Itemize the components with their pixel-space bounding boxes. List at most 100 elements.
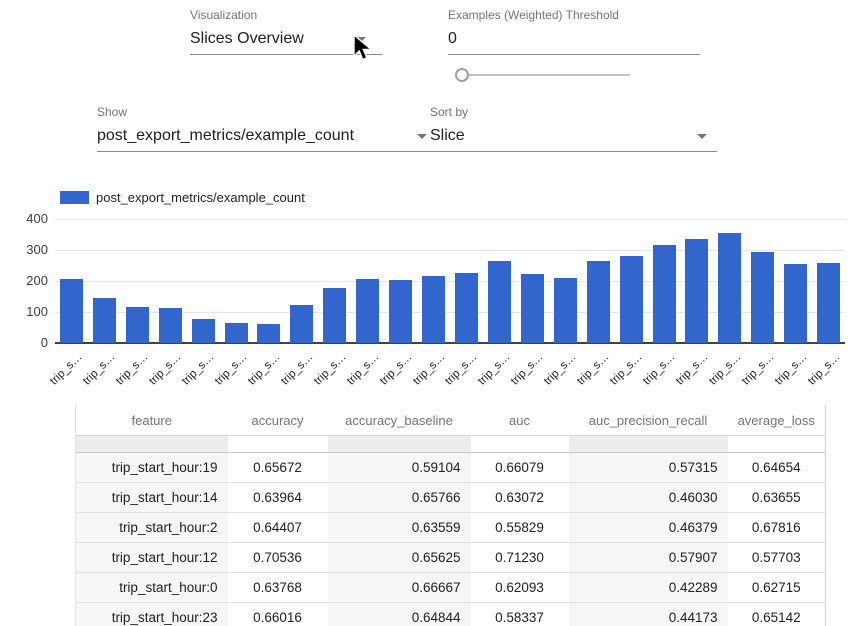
metric-cell: 0.57907 (569, 543, 728, 573)
bar-21[interactable] (751, 252, 774, 343)
x-tick-label: trip_s… (542, 351, 579, 388)
x-tick-label: trip_s… (476, 351, 513, 388)
x-tick-label: trip_s… (773, 351, 810, 388)
threshold-slider[interactable] (455, 68, 630, 82)
slider-track[interactable] (455, 74, 630, 76)
slider-knob[interactable] (455, 68, 469, 82)
metric-cell: 0.66016 (228, 603, 328, 626)
x-tick-label: trip_s… (345, 351, 382, 388)
y-tick-label: 100 (0, 304, 48, 319)
threshold-label: Examples (Weighted) Threshold (448, 8, 700, 22)
metric-cell: 0.62093 (471, 573, 569, 603)
column-header-auc_precision_recall[interactable]: auc_precision_recall (569, 405, 728, 436)
bar-slot (154, 219, 187, 343)
threshold-input[interactable] (448, 28, 700, 55)
chevron-down-icon[interactable] (356, 37, 366, 42)
metric-cell: 0.71230 (471, 543, 569, 573)
bar-slot (55, 219, 88, 343)
bar-0[interactable] (60, 279, 83, 343)
slicing-metrics-browser: Visualization Slices Overview Examples (… (0, 0, 863, 626)
sort-by-dropdown[interactable]: Slice (430, 125, 717, 152)
table-row: trip_start_hour:120.705360.656250.712300… (76, 543, 826, 573)
filter-cell (471, 436, 569, 453)
visualization-control: Visualization Slices Overview (190, 8, 382, 55)
bar-slot (450, 219, 483, 343)
x-tick-label: trip_s… (806, 351, 843, 388)
metric-cell: 0.63655 (728, 483, 826, 513)
x-tick-label: trip_s… (641, 351, 678, 388)
bar-5[interactable] (225, 323, 248, 343)
bar-4[interactable] (192, 319, 215, 343)
bar-15[interactable] (554, 278, 577, 343)
bar-1[interactable] (93, 298, 116, 343)
x-tick-label: trip_s… (312, 351, 349, 388)
sort-by-label: Sort by (430, 105, 717, 119)
x-tick-label: trip_s… (81, 351, 118, 388)
show-dropdown[interactable]: post_export_metrics/example_count (97, 125, 437, 152)
x-tick-label: trip_s… (279, 351, 316, 388)
column-header-feature[interactable]: feature (76, 405, 228, 436)
bar-6[interactable] (257, 324, 280, 343)
bar-2[interactable] (126, 307, 149, 343)
x-tick-label: trip_s… (411, 351, 448, 388)
bar-17[interactable] (620, 256, 643, 343)
threshold-control: Examples (Weighted) Threshold (448, 8, 700, 55)
bar-20[interactable] (718, 233, 741, 343)
bar-slot (253, 219, 286, 343)
bar-16[interactable] (587, 261, 610, 343)
metric-cell: 0.66079 (471, 453, 569, 483)
table-row: trip_start_hour:20.644070.635590.558290.… (76, 513, 826, 543)
bar-22[interactable] (784, 264, 807, 343)
feature-cell: trip_start_hour:2 (76, 513, 228, 543)
bar-slot (220, 219, 253, 343)
bar-14[interactable] (521, 274, 544, 343)
bar-9[interactable] (356, 279, 379, 343)
chevron-down-icon[interactable] (417, 134, 427, 139)
x-tick-label: trip_s… (180, 351, 217, 388)
x-tick-label: trip_s… (213, 351, 250, 388)
column-header-average_loss[interactable]: average_loss (728, 405, 826, 436)
visualization-dropdown[interactable]: Slices Overview (190, 28, 382, 55)
bar-slot (549, 219, 582, 343)
metric-cell: 0.58337 (471, 603, 569, 626)
x-tick-label: trip_s… (509, 351, 546, 388)
column-header-auc[interactable]: auc (471, 405, 569, 436)
filter-cell (76, 436, 228, 453)
metric-cell: 0.44173 (569, 603, 728, 626)
legend-label: post_export_metrics/example_count (96, 190, 305, 205)
bar-slot (516, 219, 549, 343)
bar-10[interactable] (389, 280, 412, 343)
bar-slot (713, 219, 746, 343)
metric-cell: 0.65766 (328, 483, 471, 513)
metric-cell: 0.63559 (328, 513, 471, 543)
metric-cell: 0.66667 (328, 573, 471, 603)
bar-12[interactable] (455, 273, 478, 343)
bar-7[interactable] (290, 305, 313, 343)
y-tick-label: 400 (0, 211, 48, 226)
bar-13[interactable] (488, 261, 511, 343)
chevron-down-icon[interactable] (697, 134, 707, 139)
metric-cell: 0.46030 (569, 483, 728, 513)
metric-cell: 0.57703 (728, 543, 826, 573)
metric-cell: 0.62715 (728, 573, 826, 603)
feature-cell: trip_start_hour:19 (76, 453, 228, 483)
feature-cell: trip_start_hour:0 (76, 573, 228, 603)
sort-by-control: Sort by Slice (430, 105, 717, 152)
bar-18[interactable] (653, 245, 676, 343)
bar-8[interactable] (323, 288, 346, 343)
metric-cell: 0.46379 (569, 513, 728, 543)
bar-23[interactable] (817, 263, 840, 343)
column-header-accuracy[interactable]: accuracy (228, 405, 328, 436)
bar-3[interactable] (159, 308, 182, 343)
bar-19[interactable] (685, 239, 708, 343)
x-tick-label: trip_s… (740, 351, 777, 388)
bar-slot (121, 219, 154, 343)
metric-cell: 0.64407 (228, 513, 328, 543)
column-header-accuracy_baseline[interactable]: accuracy_baseline (328, 405, 471, 436)
metric-cell: 0.64654 (728, 453, 826, 483)
x-tick-label: trip_s… (443, 351, 480, 388)
metric-cell: 0.67816 (728, 513, 826, 543)
bar-11[interactable] (422, 276, 445, 343)
metric-cell: 0.65625 (328, 543, 471, 573)
y-tick-label: 200 (0, 273, 48, 288)
